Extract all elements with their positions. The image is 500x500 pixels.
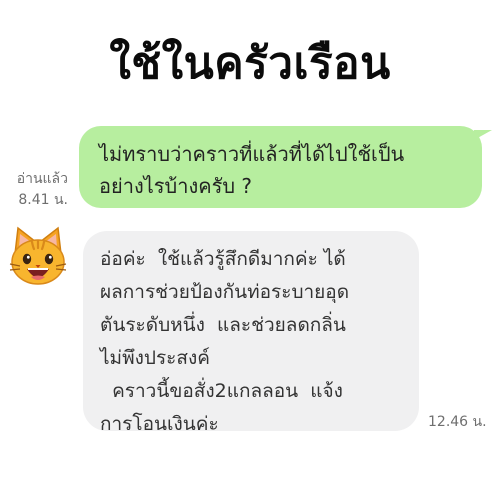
outgoing-message-bubble[interactable]: ไม่ทราบว่าคราวที่แล้วที่ได้ไปใช้เป็น อย่… — [79, 126, 482, 208]
cat-face-icon[interactable] — [6, 224, 70, 288]
incoming-timestamp: 12.46 น. — [428, 414, 487, 430]
read-receipt: อ่านแล้ว 8.41 น. — [6, 169, 68, 211]
page-title: ใช้ในครัวเรือน — [109, 38, 391, 89]
outgoing-timestamp: 8.41 น. — [18, 192, 68, 208]
outgoing-message-text: ไม่ทราบว่าคราวที่แล้วที่ได้ไปใช้เป็น อย่… — [99, 142, 405, 198]
incoming-message-bubble[interactable]: อ่อค่ะ ใช้แล้วรู้สึกดีมากค่ะ ได้ ผลการช่… — [83, 231, 419, 435]
read-label: อ่านแล้ว — [16, 171, 68, 187]
incoming-message-text: อ่อค่ะ ใช้แล้วรู้สึกดีมากค่ะ ได้ ผลการช่… — [100, 248, 350, 435]
